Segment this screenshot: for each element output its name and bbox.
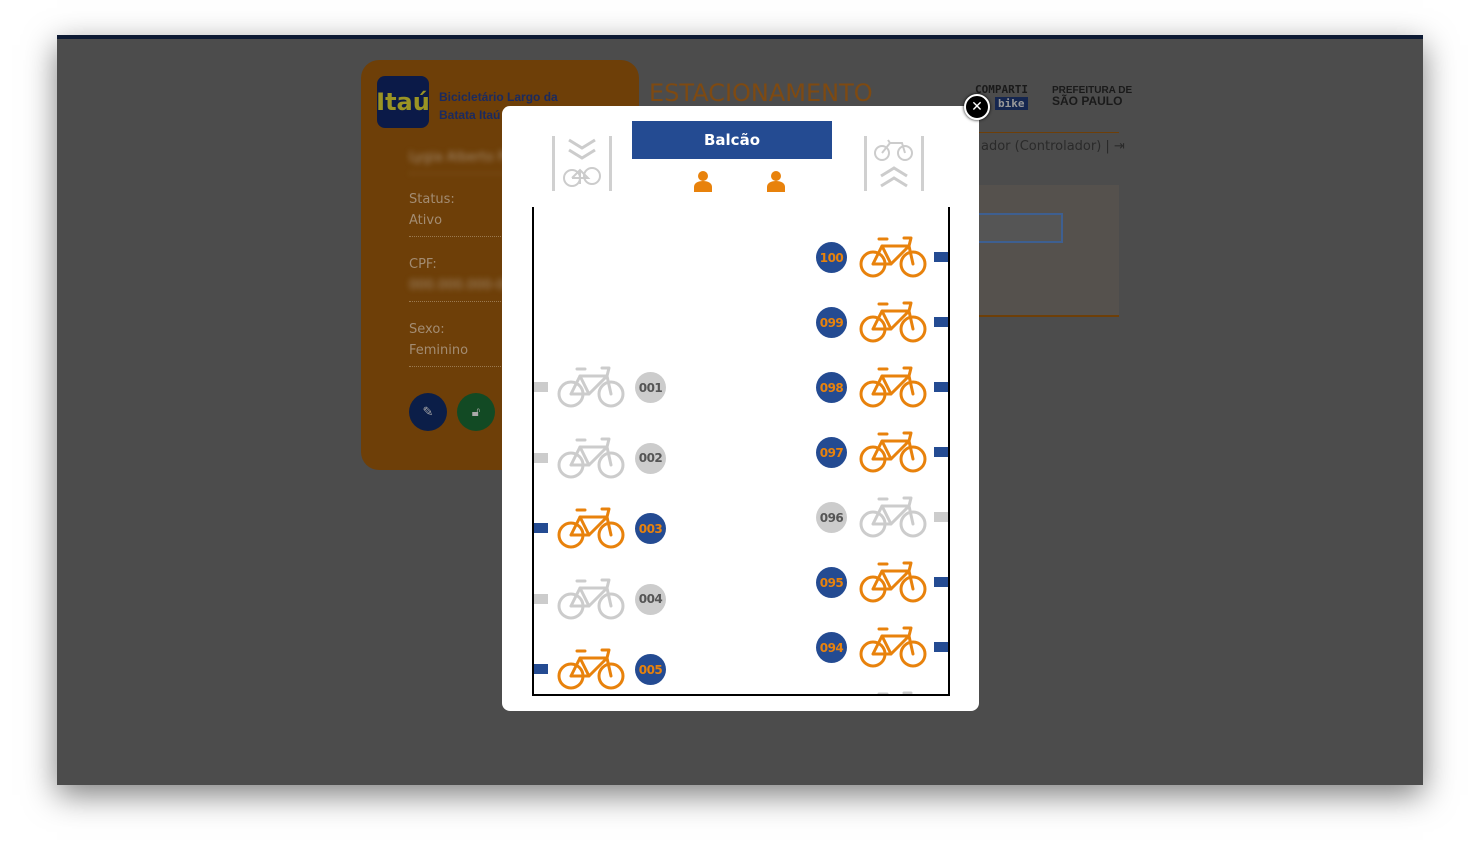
slot-indicator <box>934 317 948 327</box>
counter-label: Balcão <box>632 121 832 159</box>
bike-icon <box>556 436 626 484</box>
close-icon: ✕ <box>971 99 983 115</box>
slot-number: 001 <box>635 372 666 403</box>
bike-icon <box>556 577 626 625</box>
parking-slot[interactable]: 004 <box>534 577 674 621</box>
parking-slot[interactable]: 003 <box>534 506 674 550</box>
slot-number: 100 <box>816 242 847 273</box>
bike-icon <box>858 690 928 694</box>
slot-number: 095 <box>816 567 847 598</box>
parking-slot[interactable]: 097 <box>808 430 948 474</box>
prefeitura-logo: PREFEITURA DE SÃO PAULO <box>1052 85 1133 108</box>
slot-indicator <box>534 664 548 674</box>
bike-icon <box>858 560 928 608</box>
slot-number: 099 <box>816 307 847 338</box>
slot-number: 094 <box>816 632 847 663</box>
parking-slot[interactable]: 100 <box>808 235 948 279</box>
bike-icon <box>556 365 626 413</box>
parking-slot[interactable]: 001 <box>534 365 674 409</box>
bike-icon <box>556 647 626 694</box>
bike-icon <box>858 495 928 543</box>
close-button[interactable]: ✕ <box>964 94 990 120</box>
slot-number: 098 <box>816 372 847 403</box>
parking-slot[interactable]: 094 <box>808 625 948 669</box>
slot-indicator <box>534 382 548 392</box>
bike-rack: 001 002 003 004 005 100 099 098 097 096 095 094 093 <box>532 207 950 696</box>
bike-icon <box>858 430 928 478</box>
slot-number: 097 <box>816 437 847 468</box>
slot-indicator <box>534 593 548 604</box>
slot-indicator <box>934 512 948 522</box>
page-title: ESTACIONAMENTO <box>649 79 873 107</box>
slot-number: 096 <box>816 502 847 533</box>
bike-icon <box>858 625 928 673</box>
parking-slot[interactable]: 002 <box>534 436 674 480</box>
parking-slot[interactable]: 005 <box>534 647 674 691</box>
bike-icon <box>858 235 928 283</box>
bike-icon <box>858 300 928 348</box>
unlock-icon: 🔓︎ <box>471 404 481 420</box>
slot-indicator <box>534 523 548 533</box>
slot-indicator <box>534 452 548 463</box>
slot-indicator <box>934 447 948 457</box>
person-icon <box>693 170 713 196</box>
parking-slot[interactable]: 093 <box>808 690 948 694</box>
slot-number: 005 <box>635 654 666 685</box>
entry-lane-icon <box>552 136 612 191</box>
logout-icon[interactable]: ⇥ <box>1114 139 1125 154</box>
slot-indicator <box>934 382 948 392</box>
parking-slot[interactable]: 098 <box>808 365 948 409</box>
slot-indicator <box>934 252 948 262</box>
slot-number: 004 <box>635 583 666 615</box>
parking-modal: Balcão 001 002 003 004 005 100 099 098 097 096 095… <box>502 106 979 711</box>
pencil-icon: ✎ <box>422 404 434 420</box>
unlock-button[interactable]: 🔓︎ <box>457 393 495 431</box>
user-info: ador (Controlador) | ⇥ <box>981 139 1125 154</box>
slot-indicator <box>934 577 948 587</box>
parking-slot[interactable]: 095 <box>808 560 948 604</box>
exit-lane-icon <box>864 136 924 191</box>
person-icon <box>766 170 786 196</box>
parking-slot[interactable]: 099 <box>808 300 948 344</box>
edit-button[interactable]: ✎ <box>409 393 447 431</box>
parking-slot[interactable]: 096 <box>808 495 948 539</box>
slot-number: 002 <box>635 442 666 474</box>
itau-logo: Itaú <box>376 76 430 128</box>
bike-icon <box>556 506 626 554</box>
slot-number: 003 <box>635 513 666 544</box>
slot-indicator <box>934 642 948 652</box>
bike-icon <box>858 365 928 413</box>
